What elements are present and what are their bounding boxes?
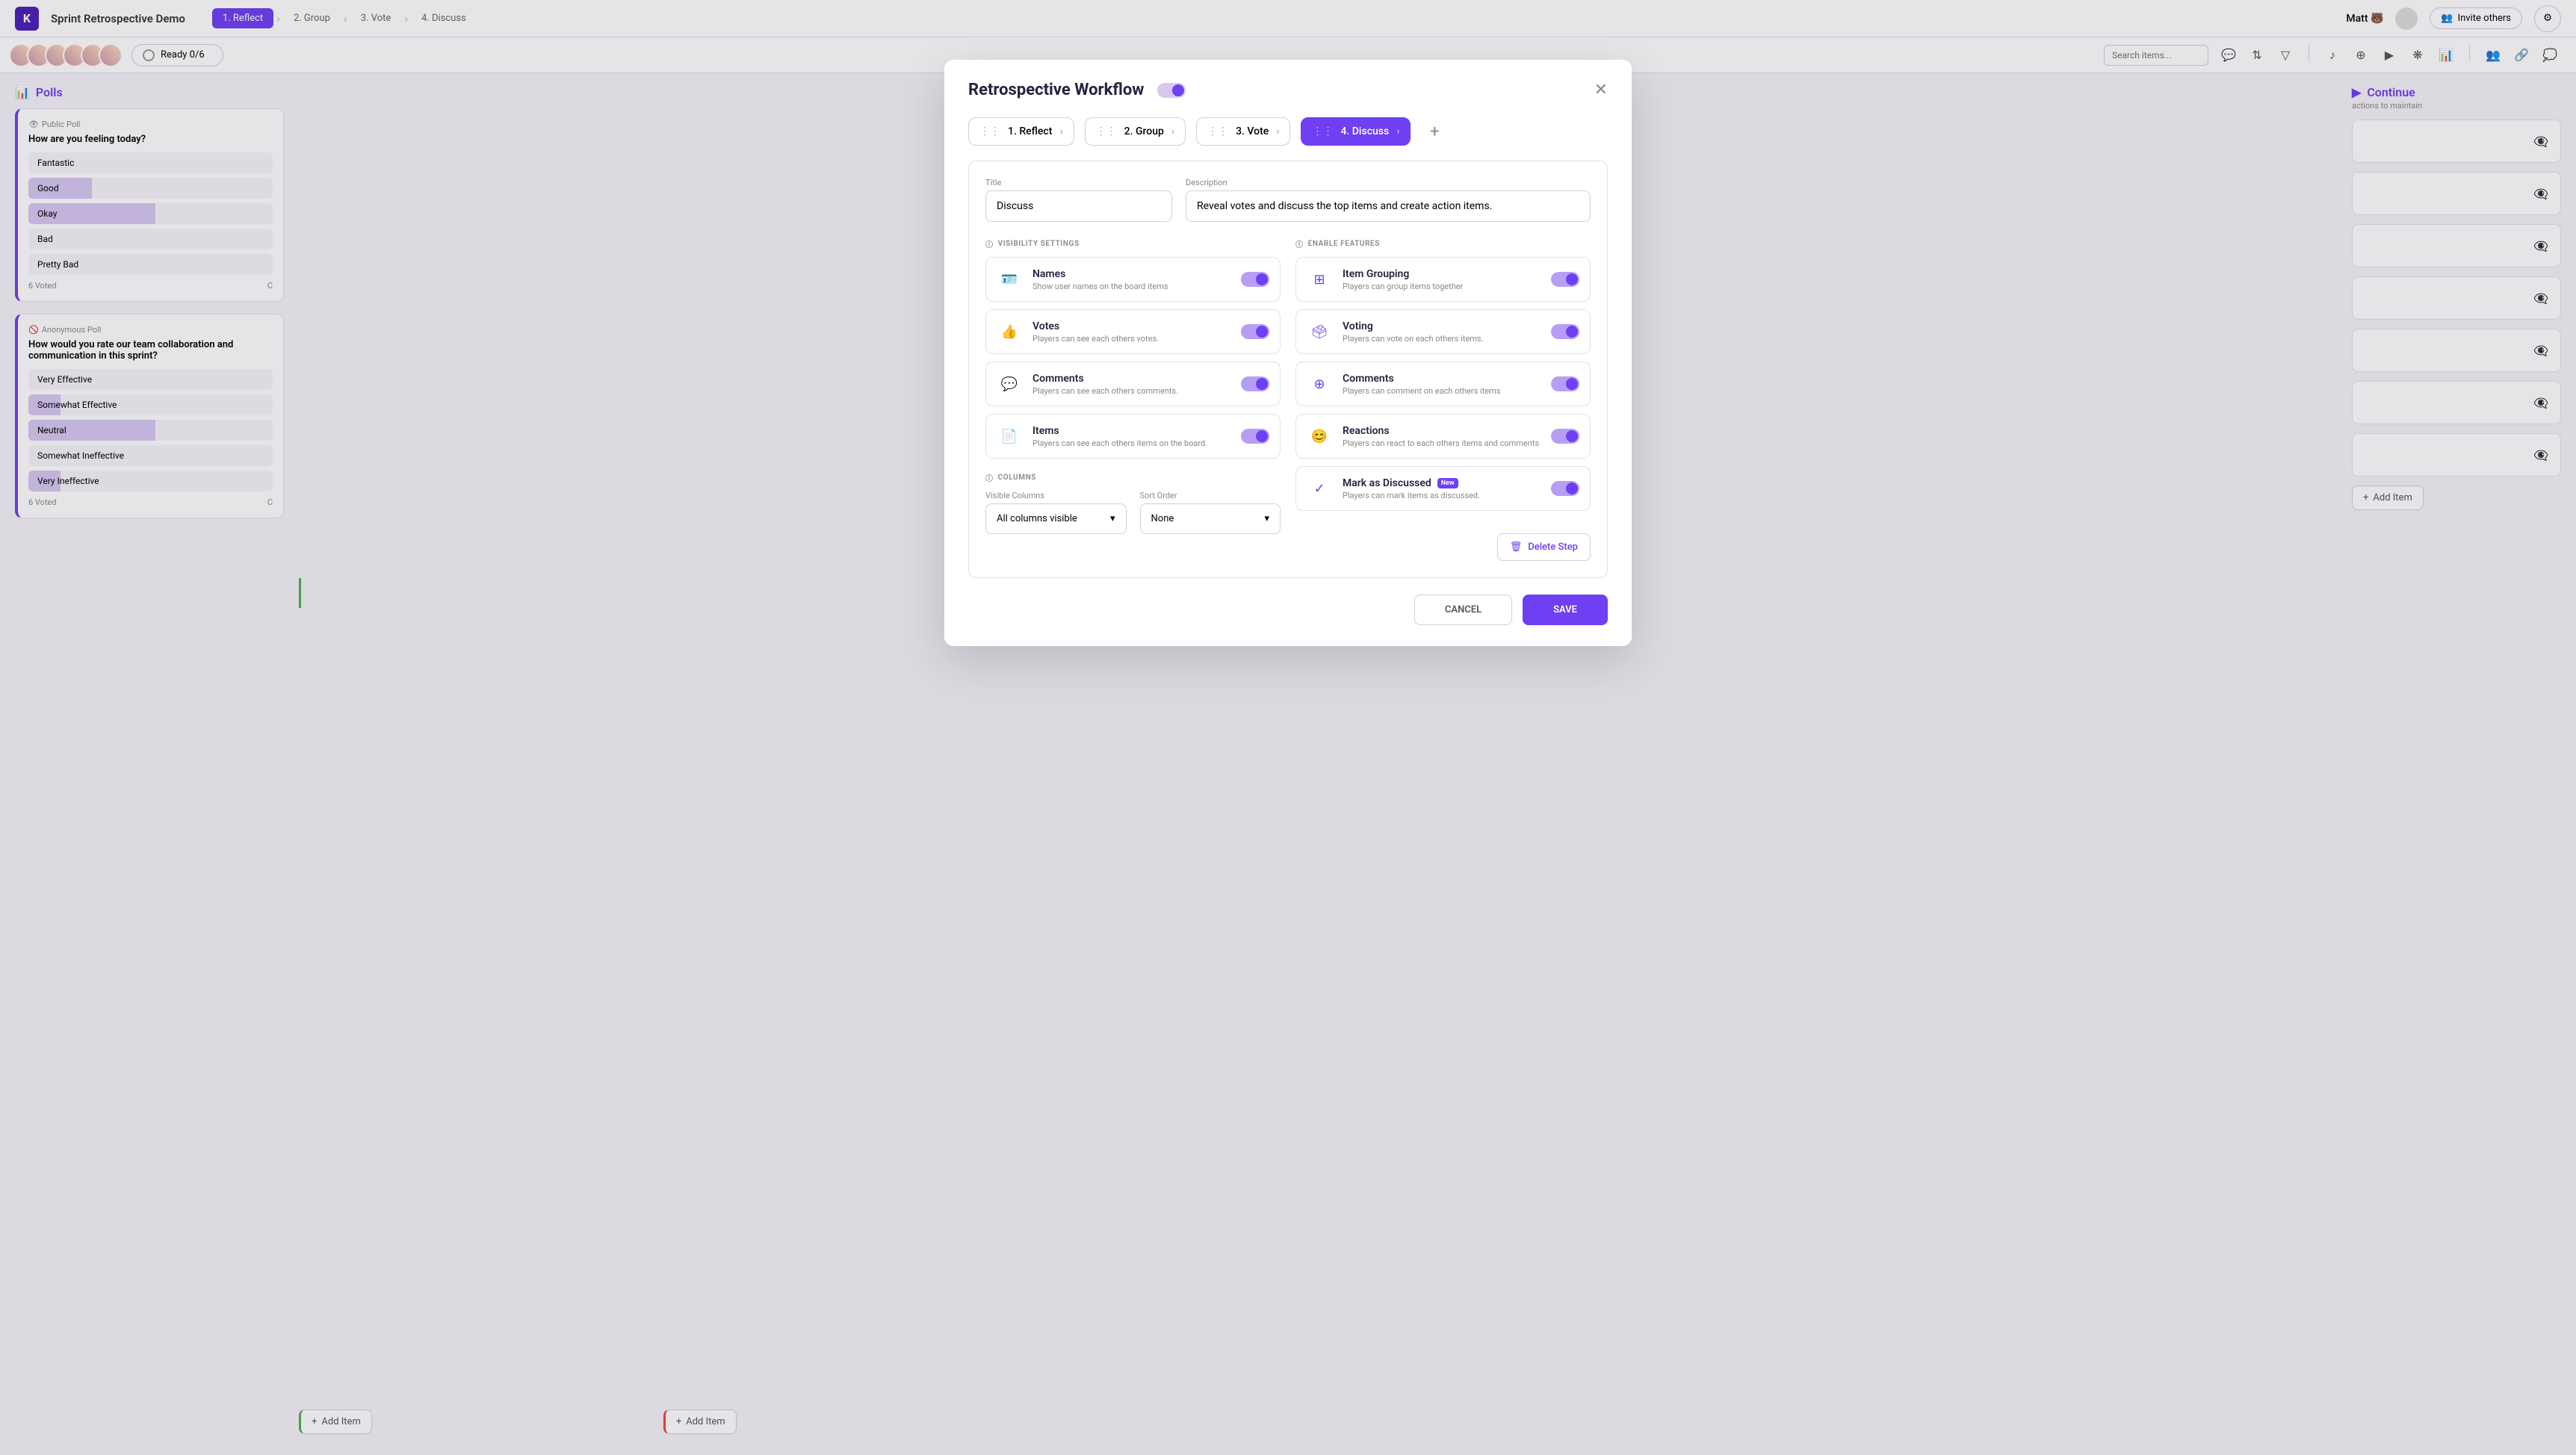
save-button[interactable]: SAVE bbox=[1523, 595, 1608, 625]
visibility-section: ⓘ VISIBILITY SETTINGS 🪪 Names Show user … bbox=[985, 238, 1281, 561]
voting-toggle[interactable] bbox=[1551, 324, 1579, 339]
step-description-input[interactable] bbox=[1186, 190, 1591, 222]
feature-reactions: 😊 Reactions Players can react to each ot… bbox=[1295, 414, 1591, 459]
items-visibility-toggle[interactable] bbox=[1241, 429, 1269, 444]
visible-columns-label: Visible Columns bbox=[985, 491, 1127, 500]
trash-icon: 🗑 bbox=[1510, 542, 1523, 553]
chevron-down-icon: ▾ bbox=[1264, 513, 1269, 524]
enable-features-section: ⓘ ENABLE FEATURES ⊞ Item Grouping Player… bbox=[1295, 238, 1591, 561]
modal-footer: CANCEL SAVE bbox=[968, 595, 1608, 625]
workflow-step-tabs: ⋮⋮ 1. Reflect › ⋮⋮ 2. Group › ⋮⋮ 3. Vote… bbox=[968, 117, 1608, 146]
step-tab-group[interactable]: ⋮⋮ 2. Group › bbox=[1085, 117, 1186, 146]
names-toggle[interactable] bbox=[1241, 272, 1269, 287]
step-tab-vote[interactable]: ⋮⋮ 3. Vote › bbox=[1196, 117, 1290, 146]
cancel-button[interactable]: CANCEL bbox=[1414, 595, 1512, 625]
add-comment-icon: ⊕ bbox=[1307, 371, 1332, 397]
add-step-button[interactable]: + bbox=[1421, 118, 1448, 145]
feature-comments: ⊕ Comments Players can comment on each o… bbox=[1295, 362, 1591, 406]
workflow-modal: Retrospective Workflow ✕ ⋮⋮ 1. Reflect ›… bbox=[944, 60, 1632, 646]
step-tab-discuss[interactable]: ⋮⋮ 4. Discuss › bbox=[1301, 117, 1411, 146]
feature-title: Voting bbox=[1343, 320, 1541, 332]
chevron-right-icon: › bbox=[1396, 125, 1399, 137]
info-icon: ⓘ bbox=[1295, 238, 1304, 249]
comments-visibility-toggle[interactable] bbox=[1241, 376, 1269, 391]
grouping-toggle[interactable] bbox=[1551, 272, 1579, 287]
feature-desc: Players can comment on each others items bbox=[1343, 386, 1541, 396]
feature-title: Items bbox=[1032, 425, 1230, 437]
feature-desc: Players can see each others comments. bbox=[1032, 386, 1230, 396]
feature-title: Item Grouping bbox=[1343, 268, 1541, 280]
step-tab-reflect[interactable]: ⋮⋮ 1. Reflect › bbox=[968, 117, 1074, 146]
check-icon: ✓ bbox=[1307, 476, 1332, 501]
sort-order-label: Sort Order bbox=[1140, 491, 1281, 500]
modal-header: Retrospective Workflow ✕ bbox=[968, 81, 1608, 99]
new-badge: New bbox=[1437, 478, 1458, 488]
votes-visibility-toggle[interactable] bbox=[1241, 324, 1269, 339]
close-modal-button[interactable]: ✕ bbox=[1594, 81, 1608, 99]
modal-title-text: Retrospective Workflow bbox=[968, 81, 1144, 99]
chevron-down-icon: ▾ bbox=[1110, 513, 1115, 524]
feature-desc: Players can mark items as discussed. bbox=[1343, 491, 1541, 500]
chevron-right-icon: › bbox=[1059, 125, 1062, 137]
comments-toggle[interactable] bbox=[1551, 376, 1579, 391]
chevron-right-icon: › bbox=[1171, 125, 1174, 137]
grip-icon: ⋮⋮ bbox=[1207, 125, 1228, 137]
feature-desc: Players can react to each others items a… bbox=[1343, 438, 1541, 448]
delete-step-button[interactable]: 🗑 Delete Step bbox=[1497, 533, 1591, 561]
mark-discussed-toggle[interactable] bbox=[1551, 481, 1579, 496]
feature-title: Comments bbox=[1032, 373, 1230, 385]
feature-desc: Players can group items together bbox=[1343, 282, 1541, 291]
columns-section-label: ⓘ COLUMNS bbox=[985, 472, 1281, 483]
enable-section-label: ⓘ ENABLE FEATURES bbox=[1295, 238, 1591, 249]
feature-grouping: ⊞ Item Grouping Players can group items … bbox=[1295, 257, 1591, 302]
feature-title: Names bbox=[1032, 268, 1230, 280]
workflow-enabled-toggle[interactable] bbox=[1157, 83, 1186, 98]
feature-mark-discussed: ✓ Mark as Discussed New Players can mark… bbox=[1295, 466, 1591, 511]
visibility-section-label: ⓘ VISIBILITY SETTINGS bbox=[985, 238, 1281, 249]
feature-desc: Players can vote on each others items. bbox=[1343, 334, 1541, 344]
document-icon: 📄 bbox=[997, 424, 1022, 449]
info-icon: ⓘ bbox=[985, 238, 994, 249]
feature-title: Mark as Discussed New bbox=[1343, 477, 1541, 489]
feature-title: Votes bbox=[1032, 320, 1230, 332]
feature-desc: Players can see each others items on the… bbox=[1032, 438, 1230, 448]
grip-icon: ⋮⋮ bbox=[979, 125, 1000, 137]
sort-order-select[interactable]: None ▾ bbox=[1140, 503, 1281, 534]
badge-icon: 🪪 bbox=[997, 267, 1022, 292]
visible-columns-select[interactable]: All columns visible ▾ bbox=[985, 503, 1127, 534]
feature-desc: Show user names on the board items bbox=[1032, 282, 1230, 291]
info-icon: ⓘ bbox=[985, 472, 994, 483]
feature-desc: Players can see each others votes. bbox=[1032, 334, 1230, 344]
description-field-label: Description bbox=[1186, 178, 1591, 187]
step-editor: Title Description ⓘ VISIBILITY SETTINGS bbox=[968, 161, 1608, 578]
chat-icon: 💬 bbox=[997, 371, 1022, 397]
modal-backdrop[interactable]: Retrospective Workflow ✕ ⋮⋮ 1. Reflect ›… bbox=[0, 0, 2576, 1455]
reactions-toggle[interactable] bbox=[1551, 429, 1579, 444]
emoji-icon: 😊 bbox=[1307, 424, 1332, 449]
feature-title: Reactions bbox=[1343, 425, 1541, 437]
vote-icon: 🗳 bbox=[1307, 319, 1332, 344]
feature-votes: 👍 Votes Players can see each others vote… bbox=[985, 309, 1281, 354]
title-field-label: Title bbox=[985, 178, 1172, 187]
feature-title: Comments bbox=[1343, 373, 1541, 385]
chevron-right-icon: › bbox=[1276, 125, 1279, 137]
feature-voting: 🗳 Voting Players can vote on each others… bbox=[1295, 309, 1591, 354]
thumbs-up-icon: 👍 bbox=[997, 319, 1022, 344]
feature-names: 🪪 Names Show user names on the board ite… bbox=[985, 257, 1281, 302]
grip-icon: ⋮⋮ bbox=[1096, 125, 1117, 137]
step-title-input[interactable] bbox=[985, 190, 1172, 222]
feature-comments-vis: 💬 Comments Players can see each others c… bbox=[985, 362, 1281, 406]
grip-icon: ⋮⋮ bbox=[1312, 125, 1333, 137]
group-icon: ⊞ bbox=[1307, 267, 1332, 292]
feature-items: 📄 Items Players can see each others item… bbox=[985, 414, 1281, 459]
